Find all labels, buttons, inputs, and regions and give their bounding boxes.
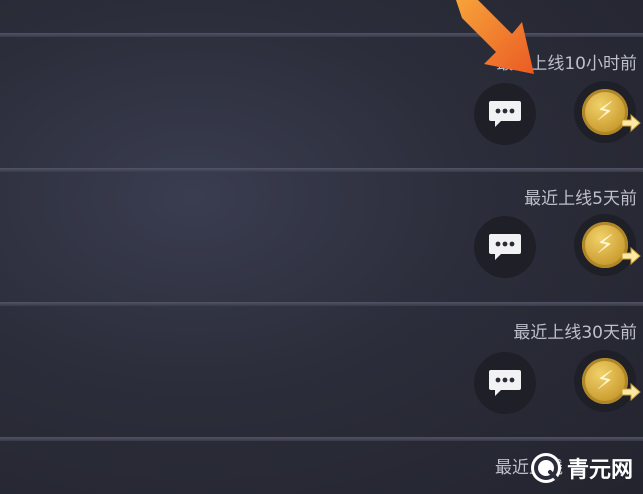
last-online-status: 最近上线5天前 [524,189,637,209]
send-arrow-icon [621,382,641,402]
send-arrow-icon [621,246,641,266]
chat-bubble-icon [489,370,521,396]
chat-bubble-icon [489,101,521,127]
chat-button[interactable] [474,83,536,145]
lightning-coin-icon: ⚡ [582,89,641,135]
chat-button[interactable] [474,352,536,414]
chat-bubble-icon [489,234,521,260]
chat-button[interactable] [474,216,536,278]
send-gift-button[interactable]: ⚡ [574,214,641,276]
lightning-coin-icon: ⚡ [582,222,641,268]
friend-row[interactable]: 最近上线30天前 ⚡ [0,306,643,437]
friend-row[interactable]: 最近上线5天前 ⚡ [0,172,643,302]
watermark: 青元网 [530,452,633,484]
lightning-coin-icon: ⚡ [582,358,641,404]
watermark-logo-icon [530,453,561,483]
send-arrow-icon [621,113,641,133]
orange-arrow-icon [456,0,534,74]
last-online-status: 最近上线30天前 [513,323,637,343]
send-gift-button[interactable]: ⚡ [574,350,641,412]
send-gift-button[interactable]: ⚡ [574,81,641,143]
watermark-text: 青元网 [566,458,633,483]
